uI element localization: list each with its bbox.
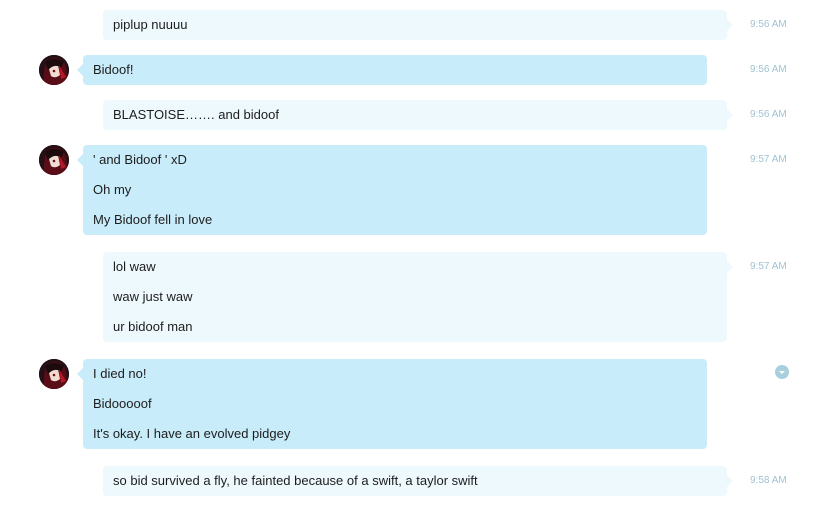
message-text: ' and Bidoof ' xD xyxy=(93,152,187,167)
message-timestamp: 9:56 AM xyxy=(750,64,787,75)
message-bubble-incoming[interactable]: Bidoof! xyxy=(77,55,707,85)
message-text: Bidooooof xyxy=(93,396,152,411)
message-text: My Bidoof fell in love xyxy=(93,212,213,227)
message-text: It's okay. I have an evolved pidgey xyxy=(93,426,291,441)
chat-transcript: piplup nuuuu 9:56 AM Bidoof! 9:56 AM BLA… xyxy=(0,0,838,505)
message-text: waw just waw xyxy=(113,289,193,304)
message-bubble-outgoing[interactable]: BLASTOISE……. and bidoof xyxy=(103,100,733,130)
message-timestamp: 9:57 AM xyxy=(750,154,787,165)
chevron-down-circle-icon[interactable] xyxy=(775,365,789,379)
message-bubble-incoming[interactable]: I died no! Bidooooof It's okay. I have a… xyxy=(77,359,707,449)
message-text: I died no! xyxy=(93,366,147,381)
message-text: piplup nuuuu xyxy=(113,17,188,32)
user-avatar[interactable] xyxy=(39,359,69,389)
user-avatar[interactable] xyxy=(39,145,69,175)
message-timestamp: 9:57 AM xyxy=(750,261,787,272)
message-text: ur bidoof man xyxy=(113,319,193,334)
user-avatar[interactable] xyxy=(39,55,69,85)
message-timestamp: 9:56 AM xyxy=(750,19,787,30)
message-text: Bidoof! xyxy=(93,62,134,77)
message-text: Oh my xyxy=(93,182,132,197)
message-text: so bid survived a fly, he fainted becaus… xyxy=(113,473,478,488)
message-bubble-outgoing[interactable]: piplup nuuuu xyxy=(103,10,733,40)
message-bubble-outgoing[interactable]: so bid survived a fly, he fainted becaus… xyxy=(103,466,733,496)
message-bubble-incoming[interactable]: ' and Bidoof ' xD Oh my My Bidoof fell i… xyxy=(77,145,707,235)
message-text: BLASTOISE……. and bidoof xyxy=(113,107,279,122)
message-timestamp: 9:58 AM xyxy=(750,475,787,486)
message-text: lol waw xyxy=(113,259,156,274)
message-bubble-outgoing[interactable]: lol waw waw just waw ur bidoof man xyxy=(103,252,733,342)
message-timestamp: 9:56 AM xyxy=(750,109,787,120)
